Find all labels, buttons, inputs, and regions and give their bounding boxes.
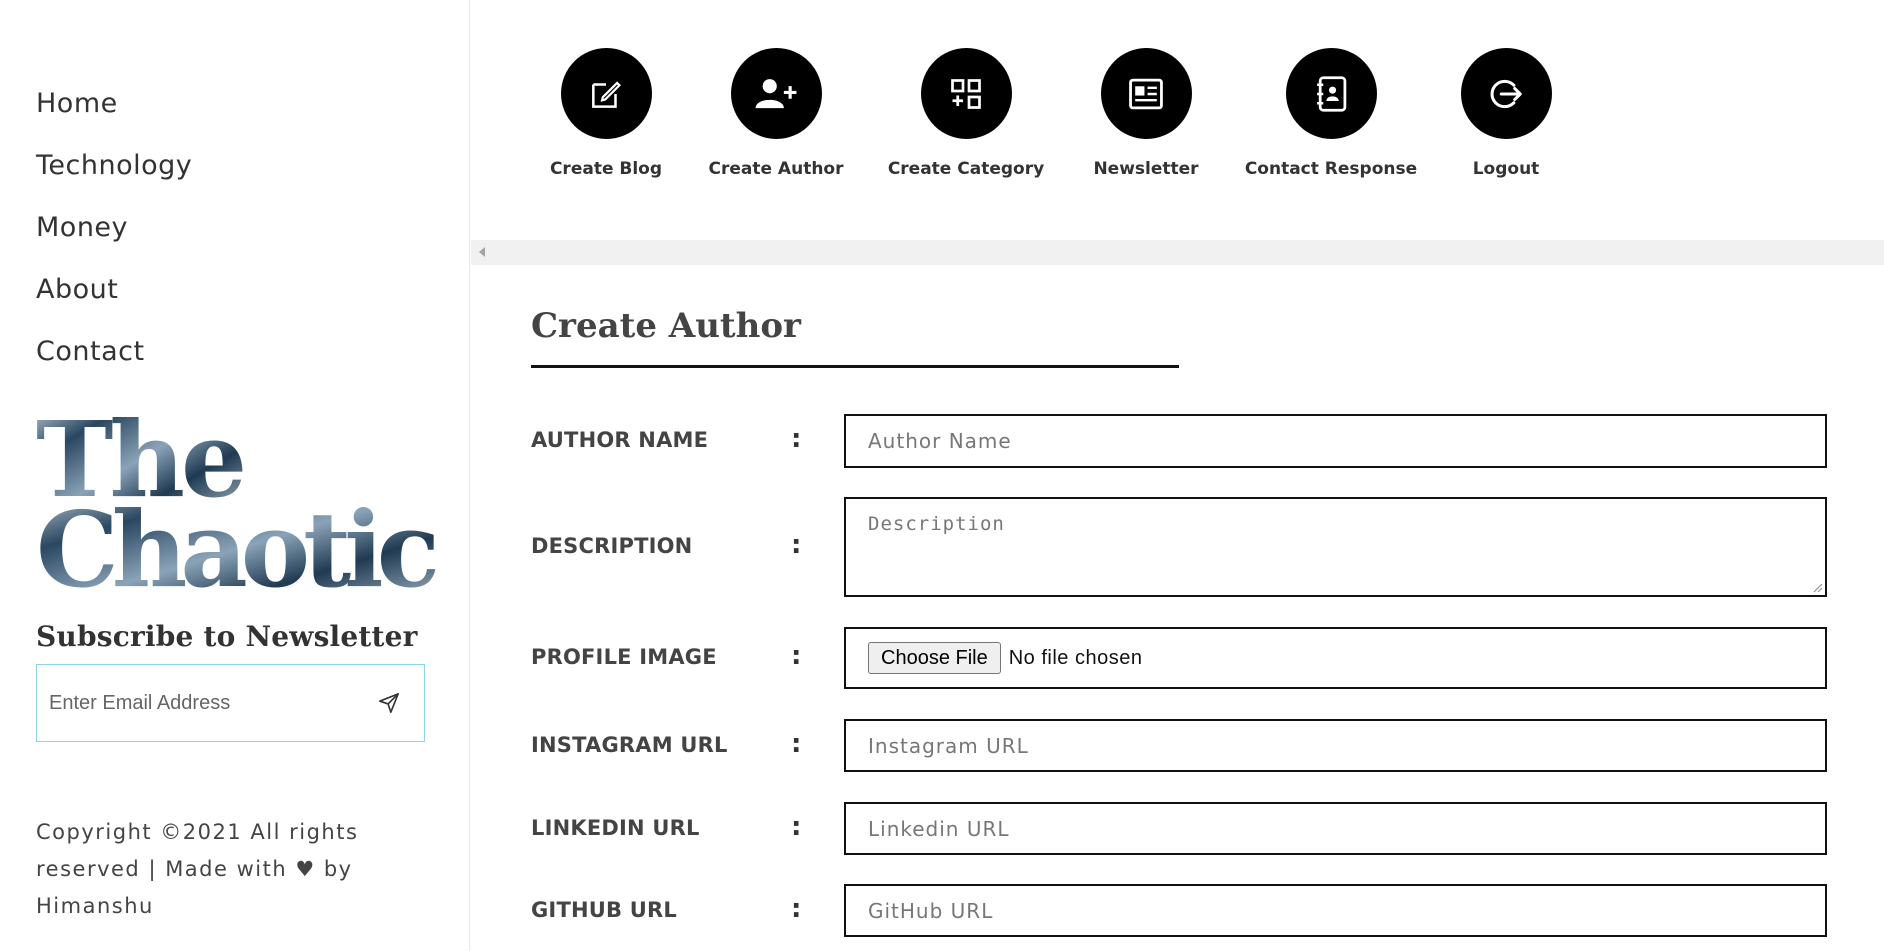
- nav-item-money: Money: [36, 212, 192, 274]
- create-author-circle: [730, 48, 822, 139]
- create-category-circle: [920, 48, 1012, 139]
- nav-link-home[interactable]: Home: [36, 88, 118, 119]
- create-blog-label: Create Blog: [549, 159, 663, 179]
- nav-link-contact[interactable]: Contact: [36, 336, 145, 367]
- send-icon: [379, 693, 399, 713]
- main-content: Create Blog Create Author Create Categor…: [471, 0, 1884, 951]
- newsletter-circle: [1100, 48, 1192, 139]
- linkedin-url-row: LINKEDIN URL :: [531, 802, 1827, 855]
- linkedin-url-label: LINKEDIN URL: [531, 816, 700, 840]
- category-icon: [951, 78, 981, 109]
- github-url-field: [844, 884, 1827, 937]
- newsletter-send-button[interactable]: [354, 665, 424, 741]
- newsletter-title: Subscribe to Newsletter: [36, 620, 418, 653]
- logo-line2: Chaotic: [36, 488, 436, 598]
- github-url-input[interactable]: [846, 886, 1825, 935]
- profile-image-label: PROFILE IMAGE: [531, 645, 717, 669]
- profile-image-field: Choose File No file chosen: [844, 627, 1827, 689]
- create-author-label: Create Author: [708, 159, 844, 179]
- author-name-row: AUTHOR NAME :: [531, 414, 1827, 468]
- nav-item-contact: Contact: [36, 336, 192, 398]
- newsletter-form: [36, 664, 425, 742]
- nav-item-technology: Technology: [36, 150, 192, 212]
- logout-button[interactable]: Logout: [1431, 48, 1581, 179]
- create-author-button[interactable]: Create Author: [701, 48, 851, 179]
- author-name-separator: :: [791, 424, 802, 454]
- edit-icon: [592, 80, 622, 108]
- sidebar-nav: Home Technology Money About Contact: [36, 88, 192, 398]
- author-name-field: [844, 414, 1827, 468]
- contact-response-circle: [1285, 48, 1377, 139]
- instagram-url-label: INSTAGRAM URL: [531, 733, 728, 757]
- description-field: [844, 497, 1827, 597]
- profile-image-separator: :: [791, 641, 802, 671]
- description-label: DESCRIPTION: [531, 534, 693, 558]
- linkedin-url-input[interactable]: [846, 804, 1825, 853]
- file-status-text: No file chosen: [1008, 646, 1143, 669]
- scroll-left-arrow-icon[interactable]: [479, 247, 485, 257]
- author-name-input[interactable]: [846, 416, 1825, 466]
- linkedin-url-field: [844, 802, 1827, 855]
- github-url-label: GITHUB URL: [531, 898, 677, 922]
- newsletter-button[interactable]: Newsletter: [1071, 48, 1221, 179]
- instagram-url-field: [844, 719, 1827, 772]
- description-textarea[interactable]: [846, 499, 1825, 595]
- instagram-url-row: INSTAGRAM URL :: [531, 719, 1827, 772]
- contact-response-label: Contact Response: [1244, 159, 1418, 179]
- choose-file-button[interactable]: Choose File: [868, 642, 1001, 674]
- nav-link-about[interactable]: About: [36, 274, 118, 305]
- logout-circle: [1460, 48, 1552, 139]
- contact-response-button[interactable]: Contact Response: [1241, 48, 1421, 179]
- create-blog-button[interactable]: Create Blog: [531, 48, 681, 179]
- create-blog-circle: [560, 48, 652, 139]
- instagram-url-separator: :: [791, 729, 802, 759]
- nav-link-technology[interactable]: Technology: [36, 150, 192, 181]
- profile-image-row: PROFILE IMAGE : Choose File No file chos…: [531, 627, 1827, 689]
- logout-icon: [1490, 79, 1522, 108]
- logo-graphic: The Chaotic: [36, 408, 443, 598]
- user-plus-icon: [755, 78, 797, 108]
- nav-item-home: Home: [36, 88, 192, 150]
- github-url-row: GITHUB URL :: [531, 884, 1827, 937]
- github-url-separator: :: [791, 894, 802, 924]
- linkedin-url-separator: :: [791, 812, 802, 842]
- author-name-label: AUTHOR NAME: [531, 428, 709, 452]
- form-title: Create Author: [531, 306, 801, 346]
- create-category-label: Create Category: [887, 159, 1045, 179]
- description-separator: :: [791, 530, 802, 560]
- description-row: DESCRIPTION :: [531, 497, 1827, 597]
- resize-grip-icon[interactable]: [1811, 581, 1823, 593]
- instagram-url-input[interactable]: [846, 721, 1825, 770]
- site-logo[interactable]: The Chaotic: [36, 408, 456, 598]
- title-divider: [531, 365, 1179, 368]
- newsletter-email-input[interactable]: [37, 665, 354, 741]
- newspaper-icon: [1129, 78, 1163, 109]
- copyright-text: Copyright ©2021 All rights reserved | Ma…: [36, 820, 359, 918]
- newsletter-label: Newsletter: [1093, 159, 1199, 179]
- sidebar: Home Technology Money About Contact The …: [0, 0, 470, 951]
- toolbar-horizontal-scrollbar[interactable]: [471, 240, 1884, 265]
- logout-label: Logout: [1472, 159, 1540, 179]
- nav-link-money[interactable]: Money: [36, 212, 128, 243]
- admin-toolbar: Create Blog Create Author Create Categor…: [471, 0, 1884, 240]
- nav-item-about: About: [36, 274, 192, 336]
- create-category-button[interactable]: Create Category: [881, 48, 1051, 179]
- contact-book-icon: [1317, 75, 1347, 112]
